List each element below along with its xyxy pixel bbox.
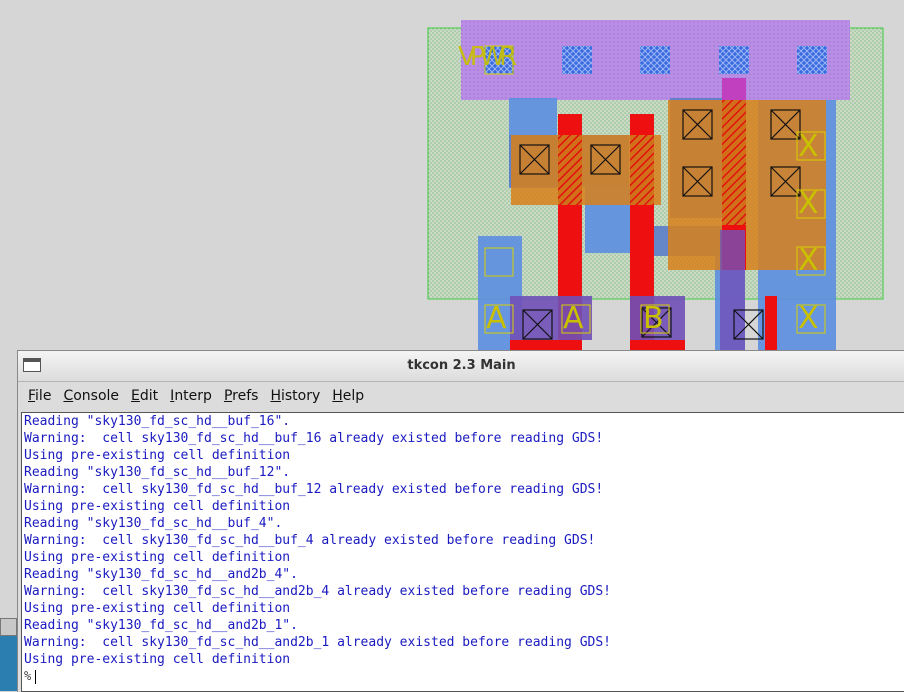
console-line: Warning: cell sky130_fd_sc_hd__buf_12 al… <box>24 482 604 497</box>
rail-via <box>640 46 670 74</box>
text-cursor <box>35 669 37 684</box>
menu-edit[interactable]: Edit <box>125 382 164 410</box>
layout-canvas[interactable]: VPWR A A B X X X X <box>0 0 904 352</box>
prompt-symbol: % <box>24 669 32 683</box>
menu-history[interactable]: History <box>264 382 326 410</box>
channel <box>630 135 654 205</box>
channel <box>722 100 746 225</box>
tkcon-window[interactable]: tkcon 2.3 Main File Console Edit Interp … <box>17 350 904 692</box>
pin-label-x: X <box>798 129 819 164</box>
console-line: Warning: cell sky130_fd_sc_hd__buf_16 al… <box>24 431 604 446</box>
pin-label-a2: A <box>563 301 584 336</box>
poly-gate <box>765 296 777 350</box>
poly-strap <box>630 340 685 350</box>
console-line: Using pre-existing cell definition <box>24 448 291 463</box>
console-line: Using pre-existing cell definition <box>24 550 291 565</box>
rail-via <box>719 46 749 74</box>
rail-via <box>797 46 827 74</box>
pin-label-x: X <box>798 186 819 221</box>
minimize-button[interactable] <box>0 618 17 636</box>
console-line: Reading "sky130_fd_sc_hd__and2b_1". <box>24 618 298 633</box>
layout-drawing[interactable] <box>0 0 904 352</box>
console-line: Using pre-existing cell definition <box>24 652 291 667</box>
pin-label-x: X <box>798 243 819 278</box>
console-line: Using pre-existing cell definition <box>24 499 291 514</box>
menu-bar: File Console Edit Interp Prefs History H… <box>18 382 904 410</box>
console-line: Reading "sky130_fd_sc_hd__buf_4". <box>24 516 283 531</box>
channel <box>558 135 582 205</box>
window-titlebar[interactable]: tkcon 2.3 Main <box>18 351 904 382</box>
menu-file[interactable]: File <box>22 382 57 410</box>
console-line: Warning: cell sky130_fd_sc_hd__and2b_4 a… <box>24 584 611 599</box>
console-line: Reading "sky130_fd_sc_hd__buf_16". <box>24 414 291 429</box>
console-line: Using pre-existing cell definition <box>24 601 291 616</box>
console-line: Warning: cell sky130_fd_sc_hd__and2b_1 a… <box>24 635 611 650</box>
console-line: Warning: cell sky130_fd_sc_hd__buf_4 alr… <box>24 533 596 548</box>
menu-interp[interactable]: Interp <box>164 382 218 410</box>
menu-help[interactable]: Help <box>326 382 370 410</box>
window-title: tkcon 2.3 Main <box>407 358 516 373</box>
rail-via <box>562 46 592 74</box>
menu-console[interactable]: Console <box>57 382 125 410</box>
pin-label-b: B <box>643 301 664 336</box>
pin-label-a: A <box>486 301 507 336</box>
console-line: Reading "sky130_fd_sc_hd__buf_12". <box>24 465 291 480</box>
console-prompt[interactable]: % <box>22 668 904 685</box>
menu-prefs[interactable]: Prefs <box>218 382 265 410</box>
pin-label-x: X <box>798 301 819 336</box>
console-output[interactable]: Reading "sky130_fd_sc_hd__buf_16". Warni… <box>21 412 904 692</box>
via <box>722 78 746 100</box>
vpwr-label: VPWR <box>458 42 517 72</box>
console-line: Reading "sky130_fd_sc_hd__and2b_4". <box>24 567 298 582</box>
poly-strap <box>510 340 582 350</box>
